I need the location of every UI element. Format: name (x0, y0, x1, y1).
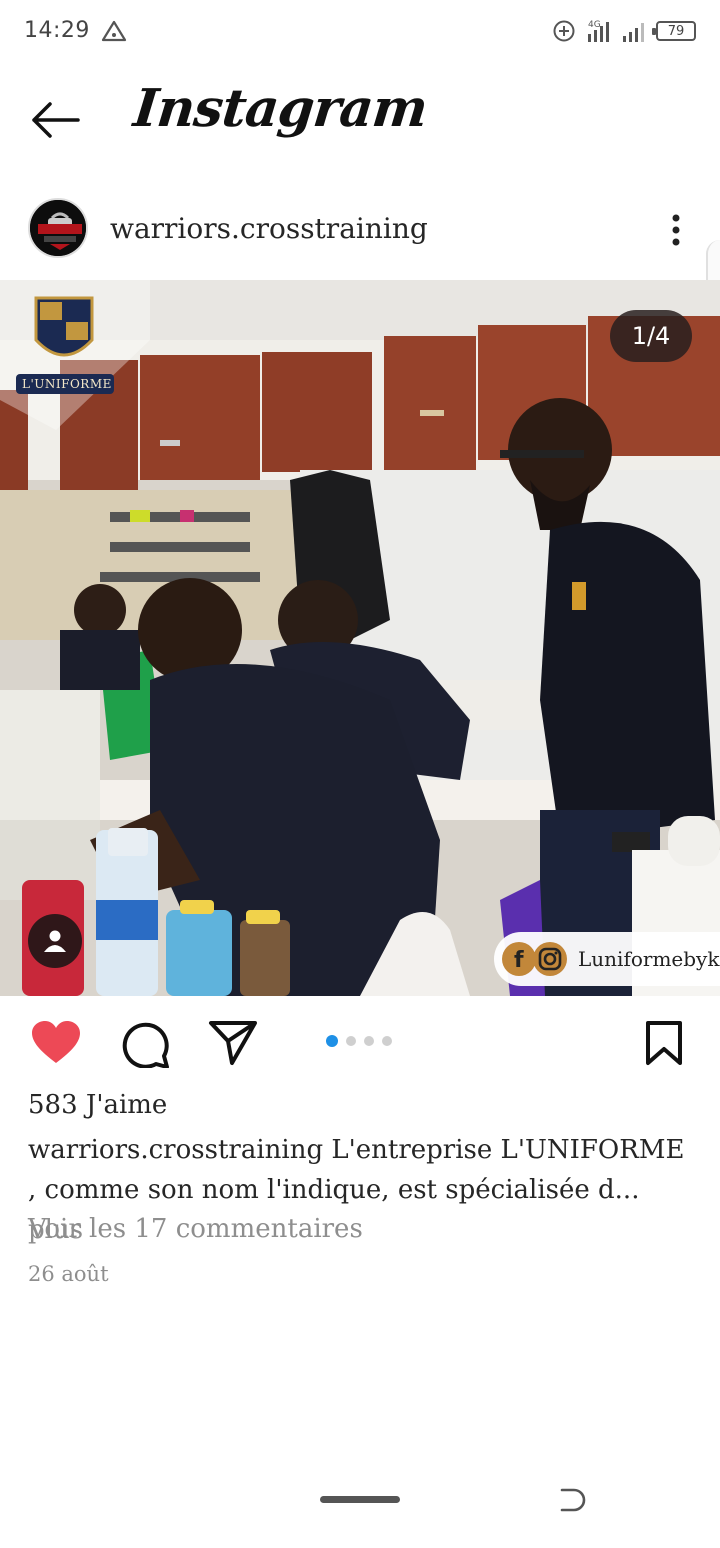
carousel-dot (382, 1036, 392, 1046)
battery-level: 79 (667, 23, 685, 39)
brand-tag-label: Luniformebyk (578, 947, 720, 971)
post-image[interactable]: 1/4 L'UNIFORME f Luniformebyk (0, 280, 720, 996)
comment-icon[interactable] (120, 1020, 170, 1068)
profile-avatar (30, 200, 86, 256)
view-comments-link[interactable]: Voir les 17 commentaires (28, 1214, 363, 1244)
status-time: 14:29 (24, 18, 90, 43)
post-actions (0, 1010, 720, 1074)
svg-text:f: f (514, 948, 524, 973)
heart-icon[interactable] (30, 1020, 82, 1066)
caption-username[interactable]: warriors.crosstraining (28, 1135, 323, 1165)
signal-icon: 4G (588, 20, 609, 42)
signal-icon-2 (623, 23, 644, 42)
battery-icon: 79 (652, 21, 696, 41)
home-gesture-bar[interactable] (320, 1496, 400, 1503)
carousel-dot (364, 1036, 374, 1046)
arrow-left-icon[interactable] (28, 98, 84, 142)
alert-triangle-icon (101, 20, 127, 42)
social-icons: f (502, 942, 567, 976)
post-header: warriors.crosstraining (0, 190, 720, 270)
more-vertical-icon[interactable] (662, 210, 690, 250)
bookmark-icon[interactable] (644, 1020, 684, 1066)
status-indicators: 4G 79 (552, 17, 696, 45)
send-icon[interactable] (208, 1020, 258, 1066)
tagged-users-button[interactable] (28, 914, 82, 968)
post-username[interactable]: warriors.crosstraining (110, 212, 428, 245)
network-type: 4G (588, 20, 601, 30)
brand-tag: f Luniformebyk (494, 932, 720, 986)
app-header: Instagram (0, 64, 720, 174)
status-bar: 14:29 4G 79 (0, 0, 720, 64)
data-saver-icon (553, 20, 575, 42)
carousel-counter: 1/4 (610, 310, 692, 362)
post-date: 26 août (28, 1262, 109, 1286)
rotate-icon[interactable] (556, 1484, 588, 1516)
app-title: Instagram (130, 78, 430, 139)
carousel-dot-active (326, 1035, 338, 1047)
avatar[interactable] (28, 198, 88, 258)
person-icon (44, 930, 66, 952)
carousel-dot (346, 1036, 356, 1046)
brand-logo-text: L'UNIFORME (22, 377, 112, 391)
carousel-dots (326, 1035, 392, 1047)
likes-count[interactable]: 583 J'aime (28, 1090, 167, 1120)
